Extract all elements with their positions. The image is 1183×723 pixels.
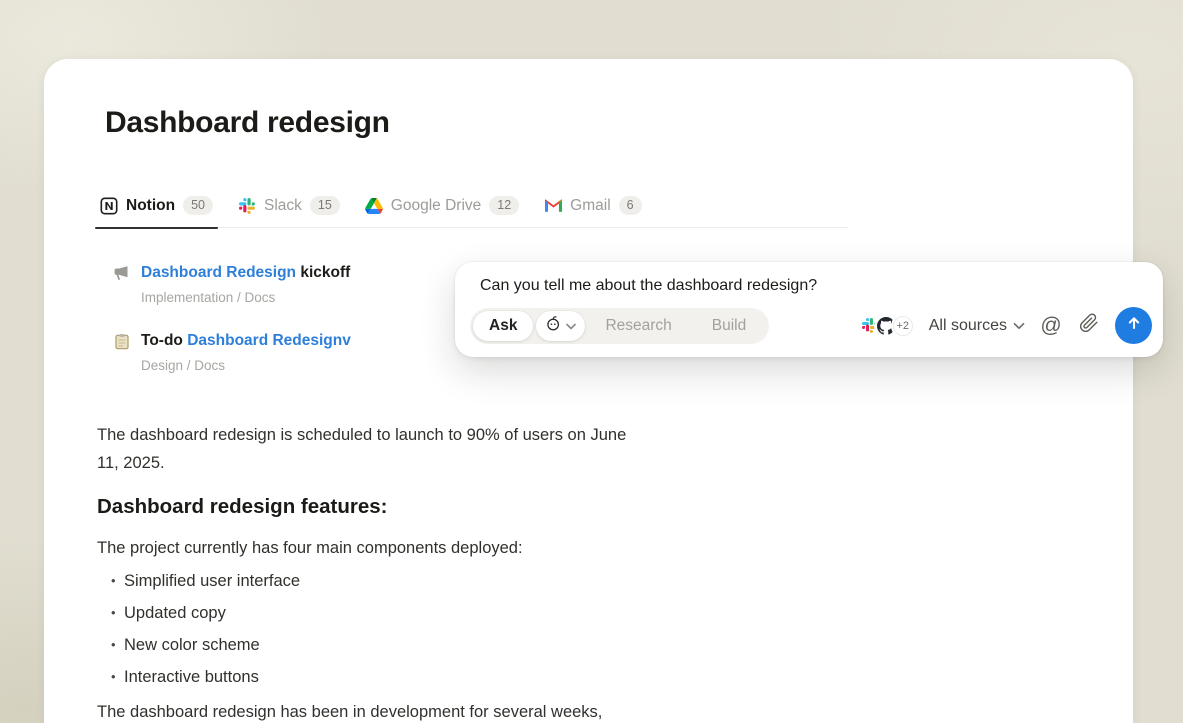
result-item-kickoff[interactable]: Dashboard Redesign kickoff Implementatio… [113, 264, 473, 305]
sources-label: All sources [929, 317, 1007, 335]
result-item-todo[interactable]: To-do Dashboard Redesignv Design / Docs [113, 332, 473, 373]
list-item: Simplified user interface [97, 565, 757, 597]
list-item: Interactive buttons [97, 661, 757, 693]
google-drive-icon [365, 197, 383, 215]
ask-mode-button[interactable]: Ask [473, 311, 533, 341]
feature-list: Simplified user interface Updated copy N… [97, 565, 757, 693]
more-sources-badge: +2 [893, 316, 913, 336]
result-title-prefix: To-do [141, 332, 183, 349]
list-item: Updated copy [97, 597, 757, 629]
clipboard-icon [113, 332, 131, 350]
at-icon: @ [1040, 315, 1061, 336]
chevron-down-icon [1013, 317, 1025, 335]
megaphone-icon [113, 264, 131, 282]
model-selector-button[interactable] [536, 311, 585, 341]
result-link[interactable]: Dashboard Redesignv [187, 332, 351, 349]
notion-page-card: Dashboard redesign Notion 50 Slack 15 Go… [44, 59, 1133, 723]
connected-sources-avatars: +2 [861, 316, 913, 336]
ai-face-icon [545, 315, 562, 337]
source-tab-bar: Notion 50 Slack 15 Google Drive 12 Gmail… [100, 196, 848, 228]
slack-icon [238, 197, 256, 215]
result-breadcrumb: Implementation / Docs [141, 290, 473, 305]
result-link[interactable]: Dashboard Redesign [141, 264, 296, 281]
tab-label: Notion [126, 197, 175, 215]
result-title-rest: kickoff [300, 264, 350, 281]
chevron-down-icon [566, 317, 576, 335]
tab-label: Gmail [570, 197, 610, 215]
ask-input[interactable]: Can you tell me about the dashboard rede… [455, 262, 1163, 300]
mention-button[interactable]: @ [1037, 312, 1065, 340]
document-body: The dashboard redesign is scheduled to l… [97, 422, 757, 723]
tab-google-drive[interactable]: Google Drive 12 [365, 196, 519, 215]
section-heading: Dashboard redesign features: [97, 493, 757, 520]
tab-slack[interactable]: Slack 15 [238, 196, 340, 215]
tab-count-badge: 6 [619, 196, 642, 215]
sources-selector[interactable]: +2 All sources [861, 316, 1025, 336]
gmail-icon [544, 197, 562, 215]
tab-count-badge: 12 [489, 196, 519, 215]
attach-button[interactable] [1075, 312, 1103, 340]
paperclip-icon [1079, 313, 1099, 338]
paragraph: The dashboard redesign has been in devel… [97, 699, 757, 723]
tab-label: Google Drive [391, 197, 481, 215]
tab-notion[interactable]: Notion 50 [100, 196, 213, 215]
mode-segmented-control: Ask Research Build [470, 308, 769, 344]
notion-icon [100, 197, 118, 215]
tab-label: Slack [264, 197, 302, 215]
search-results-list: Dashboard Redesign kickoff Implementatio… [113, 264, 473, 400]
list-item: New color scheme [97, 629, 757, 661]
paragraph: The dashboard redesign is scheduled to l… [97, 422, 649, 477]
result-breadcrumb: Design / Docs [141, 358, 473, 373]
paragraph: The project currently has four main comp… [97, 535, 757, 563]
build-mode-button[interactable]: Build [692, 311, 766, 341]
tab-count-badge: 15 [310, 196, 340, 215]
tab-count-badge: 50 [183, 196, 213, 215]
page-title: Dashboard redesign [105, 106, 390, 140]
ai-ask-panel: Can you tell me about the dashboard rede… [455, 262, 1163, 357]
arrow-up-icon [1125, 314, 1143, 337]
send-button[interactable] [1115, 307, 1152, 344]
research-mode-button[interactable]: Research [585, 311, 691, 341]
tab-gmail[interactable]: Gmail 6 [544, 196, 641, 215]
